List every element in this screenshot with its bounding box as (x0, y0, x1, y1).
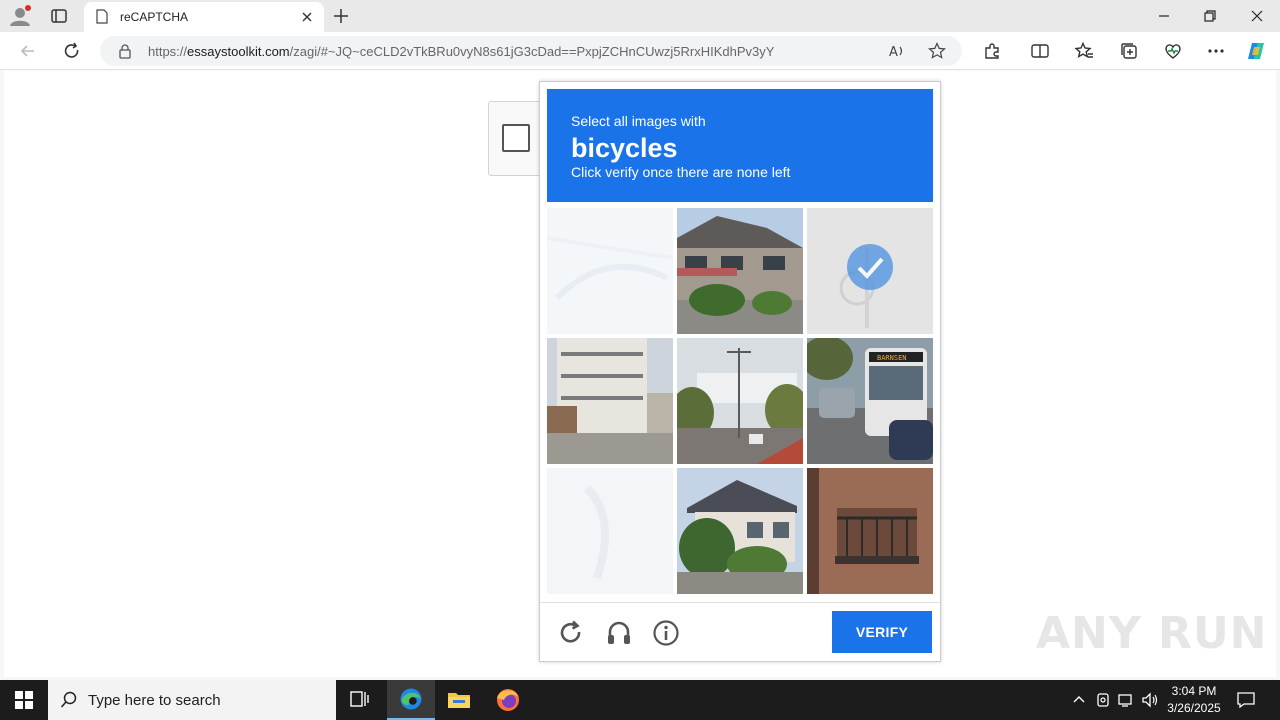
selected-check-icon (847, 244, 893, 290)
page-icon (96, 9, 108, 24)
system-clock[interactable]: 3:04 PM 3/26/2025 (1160, 683, 1228, 717)
new-tab-icon[interactable] (332, 7, 350, 25)
extensions-icon[interactable] (982, 41, 1002, 61)
image-tile-9[interactable] (807, 468, 933, 594)
restore-icon[interactable] (1200, 6, 1220, 26)
close-window-icon[interactable] (1247, 6, 1267, 26)
show-hidden-icons-chevron-icon[interactable] (1070, 691, 1088, 709)
back-icon[interactable] (18, 41, 38, 61)
browser-toolbar: https://essaystoolkit.com/zagi/#~JQ~ceCL… (0, 32, 1280, 70)
svg-text:A: A (889, 45, 898, 60)
clock-time: 3:04 PM (1171, 684, 1217, 698)
tab-actions-icon[interactable] (50, 7, 68, 25)
recaptcha-challenge-panel: Select all images with bicycles Click ve… (539, 81, 941, 662)
file-explorer-icon[interactable] (435, 680, 483, 720)
bus-destination-sign: BARNSEN (877, 354, 907, 362)
clock-date: 3/26/2025 (1167, 701, 1221, 715)
address-bar[interactable]: https://essaystoolkit.com/zagi/#~JQ~ceCL… (100, 36, 962, 66)
windows-taskbar: Type here to search 3:04 PM 3/26/2025 (0, 680, 1280, 720)
favorites-icon[interactable] (1074, 41, 1094, 61)
image-tile-8[interactable] (677, 468, 803, 594)
profile-avatar-icon[interactable] (8, 5, 32, 27)
browser-tab-bar: reCAPTCHA (0, 0, 1280, 32)
image-tile-3-selected[interactable] (807, 208, 933, 334)
image-tile-4[interactable] (547, 338, 673, 464)
taskbar-edge[interactable] (387, 680, 435, 720)
favorite-star-icon[interactable] (928, 42, 946, 60)
edge-icon (400, 688, 422, 710)
image-grid: BARNSEN (547, 208, 933, 594)
target-keyword: bicycles (571, 133, 678, 163)
info-icon[interactable] (652, 619, 680, 647)
recaptcha-anchor (488, 101, 544, 176)
notifications-icon[interactable] (1236, 690, 1256, 710)
url-text[interactable]: https://essaystoolkit.com/zagi/#~JQ~ceCL… (148, 44, 774, 59)
close-tab-icon[interactable] (300, 10, 314, 24)
url-host: essaystoolkit.com (187, 44, 290, 59)
challenge-instructions: Select all images with bicycles Click ve… (547, 89, 933, 202)
image-tile-1[interactable] (547, 208, 673, 334)
device-tray-icon[interactable] (1094, 691, 1112, 709)
tab-recaptcha[interactable]: reCAPTCHA (84, 2, 324, 32)
audio-challenge-icon[interactable] (605, 619, 633, 647)
lock-icon[interactable] (118, 44, 132, 59)
im-not-robot-checkbox[interactable] (502, 124, 530, 152)
copilot-icon[interactable] (1246, 41, 1266, 61)
network-icon[interactable] (1117, 691, 1135, 709)
task-view-icon[interactable] (336, 680, 384, 720)
verify-button[interactable]: VERIFY (832, 611, 932, 653)
tab-title: reCAPTCHA (120, 10, 189, 24)
split-screen-icon[interactable] (1030, 41, 1050, 61)
image-tile-7[interactable] (547, 468, 673, 594)
taskbar-search-box[interactable]: Type here to search (48, 680, 336, 720)
refresh-icon[interactable] (62, 41, 82, 61)
reload-challenge-icon[interactable] (557, 619, 585, 647)
image-tile-6[interactable]: BARNSEN (807, 338, 933, 464)
anyrun-watermark: ANY RUN (1036, 608, 1268, 659)
url-prefix: https:// (148, 44, 188, 59)
minimize-icon[interactable] (1154, 6, 1174, 26)
collections-icon[interactable] (1119, 41, 1139, 61)
browser-essentials-icon[interactable] (1163, 41, 1183, 61)
search-icon (60, 691, 77, 708)
volume-icon[interactable] (1141, 691, 1159, 709)
firefox-icon[interactable] (484, 680, 532, 720)
read-aloud-icon[interactable]: A (888, 42, 906, 60)
url-path: /zagi/#~JQ~ceCLD2vTkBRu0vyN8s61jG3cDad==… (289, 44, 775, 59)
image-tile-2[interactable] (677, 208, 803, 334)
verify-hint: Click verify once there are none left (571, 164, 791, 180)
search-placeholder: Type here to search (88, 692, 221, 709)
more-options-icon[interactable] (1206, 41, 1226, 61)
start-windows-icon[interactable] (0, 680, 48, 720)
footer-divider (540, 602, 940, 603)
image-tile-5[interactable] (677, 338, 803, 464)
instruction-text: Select all images with (571, 113, 706, 129)
